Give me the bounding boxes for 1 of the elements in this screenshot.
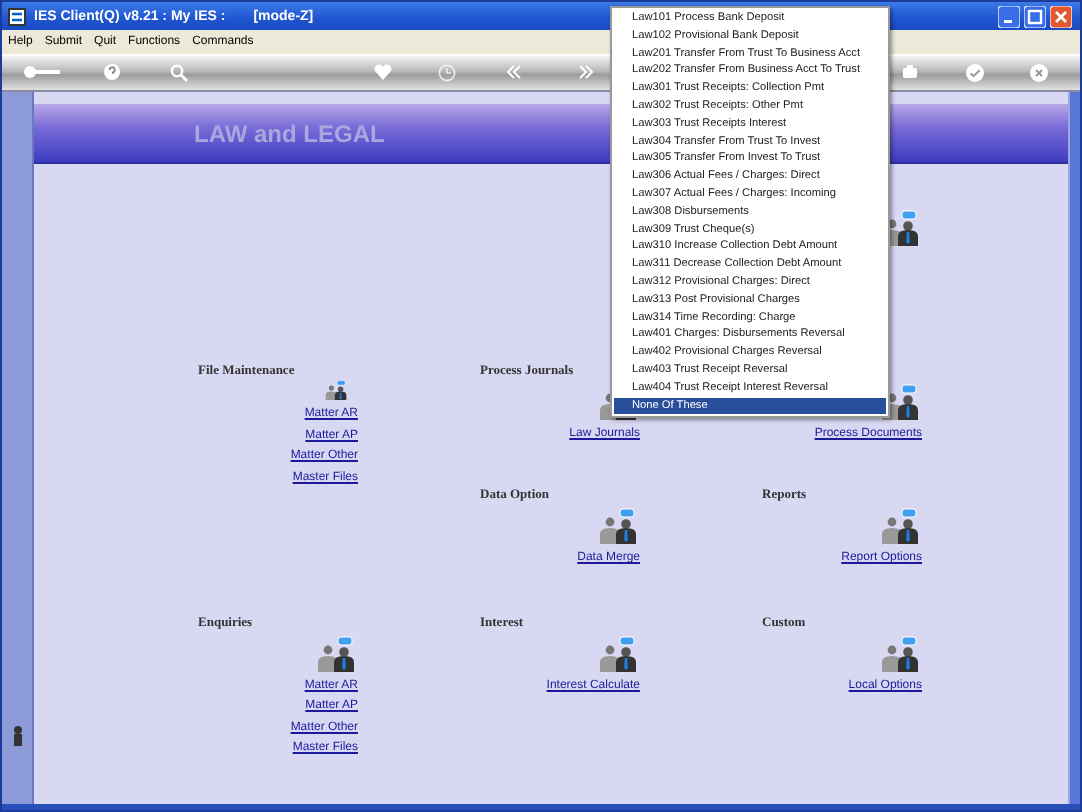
banner-title: LAW and LEGAL: [194, 119, 385, 147]
